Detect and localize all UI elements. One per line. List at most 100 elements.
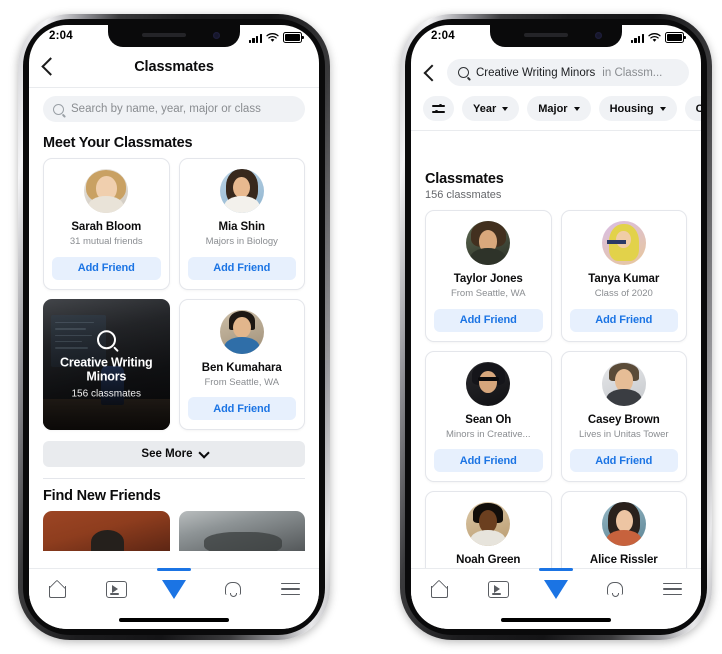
filter-chip-major[interactable]: Major: [527, 96, 591, 121]
search-header-right: Creative Writing Minors in Classm...: [411, 51, 701, 86]
filter-sliders-button[interactable]: [423, 96, 454, 121]
cellular-bars-icon: [630, 33, 644, 43]
tile-overlay-content: Creative Writing Minors 156 classmates: [43, 329, 170, 400]
classmate-meta: Majors in Biology: [205, 236, 278, 248]
find-new-friends-row: [29, 511, 319, 552]
battery-full-icon: [283, 32, 304, 43]
avatar: [601, 221, 646, 265]
tile-subtitle: 156 classmates: [71, 388, 141, 400]
classmate-name: Sean Oh: [465, 413, 512, 426]
caret-down-icon: [573, 106, 580, 111]
classmate-card-sarah-bloom[interactable]: Sarah Bloom 31 mutual friends Add Friend: [43, 158, 170, 290]
home-indicator: [119, 618, 229, 622]
section-heading-find-new-friends: Find New Friends: [43, 488, 161, 505]
status-time: 2:04: [49, 30, 73, 42]
search-scope: in Classm...: [602, 66, 663, 79]
video-play-icon: [105, 580, 127, 598]
page-title: Classmates: [134, 59, 214, 75]
triangle-flag-icon: [162, 579, 186, 599]
add-friend-button[interactable]: Add Friend: [434, 308, 543, 332]
tab-menu[interactable]: [261, 577, 319, 601]
filter-chip-row[interactable]: Year Major Housing C: [411, 86, 701, 131]
avatar: [466, 221, 511, 265]
tile-title-line2: Minors: [86, 369, 127, 384]
classmate-card-ben-kumahara[interactable]: Ben Kumahara From Seattle, WA Add Friend: [178, 298, 305, 431]
tab-marketplace[interactable]: [527, 568, 585, 601]
friend-suggestion-card-2[interactable]: [178, 511, 305, 552]
search-input[interactable]: Creative Writing Minors in Classm...: [447, 59, 689, 86]
group-tile-creative-writing-minors[interactable]: Creative Writing Minors 156 classmates: [43, 298, 170, 431]
tile-title: Creative Writing Minors: [50, 355, 163, 385]
add-friend-button[interactable]: Add Friend: [569, 308, 678, 332]
status-indicators: [630, 31, 686, 43]
classmate-card-mia-shin[interactable]: Mia Shin Majors in Biology Add Friend: [178, 158, 305, 290]
chevron-left-icon[interactable]: [423, 64, 441, 81]
avatar: [84, 169, 129, 213]
add-friend-button[interactable]: Add Friend: [187, 397, 296, 421]
tab-notifications[interactable]: [585, 577, 643, 601]
active-tab-indicator: [157, 568, 191, 571]
avatar: [466, 361, 511, 406]
filter-chip-truncated[interactable]: C: [684, 96, 701, 121]
home-icon: [48, 581, 68, 598]
search-placeholder: Search by name, year, major or class: [71, 103, 261, 115]
classmate-meta: From Seattle, WA: [204, 377, 280, 389]
classmate-meta: Lives in Unitas Tower: [578, 429, 669, 441]
tab-notifications[interactable]: [203, 577, 261, 601]
classmate-name: Tanya Kumar: [588, 273, 660, 285]
phone-left: 2:04 Classmates Search by name, year, ma…: [18, 14, 330, 640]
status-indicators: [248, 31, 304, 43]
tab-menu[interactable]: [643, 577, 701, 601]
classmate-name: Taylor Jones: [453, 273, 523, 285]
add-friend-button[interactable]: Add Friend: [52, 256, 161, 280]
triangle-flag-icon: [544, 579, 568, 599]
tab-home[interactable]: [29, 577, 87, 601]
active-tab-indicator: [539, 568, 573, 571]
classmates-grid-left: Sarah Bloom 31 mutual friends Add Friend…: [29, 158, 319, 431]
content-scroll-left[interactable]: Search by name, year, major or class Mee…: [29, 87, 319, 629]
search-icon: [53, 103, 64, 115]
avatar: [466, 502, 511, 547]
classmate-name: Noah Green: [456, 554, 521, 567]
tab-home[interactable]: [411, 577, 469, 601]
classmate-meta: Class of 2020: [594, 288, 653, 300]
status-time: 2:04: [431, 30, 455, 42]
search-input[interactable]: Search by name, year, major or class: [43, 96, 305, 122]
add-friend-button[interactable]: Add Friend: [434, 449, 543, 473]
hamburger-menu-icon: [662, 582, 682, 596]
search-icon: [96, 329, 116, 349]
phone-screen-left: 2:04 Classmates Search by name, year, ma…: [29, 25, 319, 629]
classmate-name: Mia Shin: [218, 221, 266, 233]
add-friend-button[interactable]: Add Friend: [187, 256, 296, 280]
hamburger-menu-icon: [280, 582, 300, 596]
tab-watch[interactable]: [469, 577, 527, 601]
filter-sliders-icon: [432, 103, 445, 114]
results-count: 156 classmates: [425, 189, 502, 201]
see-more-button[interactable]: See More: [43, 441, 305, 468]
classmate-card-sean-oh[interactable]: Sean Oh Minors in Creative... Add Friend: [425, 350, 552, 483]
classmate-card-taylor-jones[interactable]: Taylor Jones From Seattle, WA Add Friend: [425, 210, 552, 342]
classmates-grid-right: Taylor Jones From Seattle, WA Add Friend…: [411, 210, 701, 615]
cellular-bars-icon: [248, 33, 262, 43]
content-scroll-right[interactable]: Classmates 156 classmates Taylor Jones F…: [411, 161, 701, 629]
classmate-card-casey-brown[interactable]: Casey Brown Lives in Unitas Tower Add Fr…: [560, 350, 687, 483]
classmate-name: Ben Kumahara: [201, 361, 282, 374]
filter-chip-year[interactable]: Year: [462, 96, 520, 121]
add-friend-button[interactable]: Add Friend: [569, 449, 678, 473]
tab-marketplace[interactable]: [145, 568, 203, 601]
status-bar-left: 2:04: [29, 25, 319, 51]
search-container: Search by name, year, major or class: [29, 87, 319, 126]
wifi-icon: [648, 33, 661, 42]
avatar: [219, 169, 264, 213]
search-query: Creative Writing Minors: [476, 66, 596, 79]
tab-watch[interactable]: [87, 577, 145, 601]
filter-chip-label: C: [696, 103, 701, 115]
classmate-name: Sarah Bloom: [71, 221, 142, 233]
wifi-icon: [266, 33, 279, 42]
filter-chip-housing[interactable]: Housing: [598, 96, 677, 121]
classmate-card-tanya-kumar[interactable]: Tanya Kumar Class of 2020 Add Friend: [560, 210, 687, 342]
classmate-meta: Minors in Creative...: [446, 429, 531, 441]
friend-suggestion-card-1[interactable]: [43, 511, 170, 552]
see-more-label: See More: [141, 448, 193, 461]
top-nav-bar-left: Classmates: [29, 51, 319, 88]
